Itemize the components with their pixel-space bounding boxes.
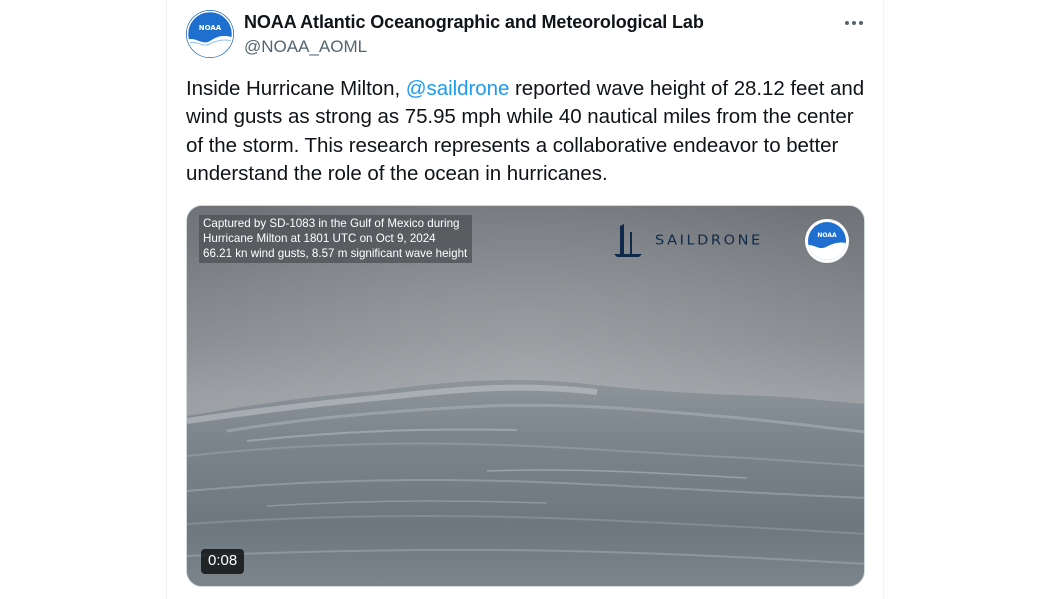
caption-line-2: Hurricane Milton at 1801 UTC on Oct 9, 2…: [203, 232, 436, 245]
page: NOAA NOAA Atlantic Oceanographic and Met…: [0, 0, 1050, 599]
caption-line-1: Captured by SD-1083 in the Gulf of Mexic…: [203, 217, 460, 230]
avatar-text: NOAA: [199, 24, 222, 32]
video-frame: [187, 206, 864, 586]
video-caption-overlay: Captured by SD-1083 in the Gulf of Mexic…: [199, 215, 473, 263]
noaa-badge-text: NOAA: [817, 232, 837, 239]
noaa-badge-icon: NOAA: [805, 219, 849, 263]
noaa-logo-icon: NOAA: [186, 10, 234, 58]
tweet-card[interactable]: NOAA NOAA Atlantic Oceanographic and Met…: [166, 0, 884, 599]
author-avatar[interactable]: NOAA: [186, 10, 234, 58]
video-duration-badge: 0:08: [201, 549, 245, 574]
tweet-text: Inside Hurricane Milton, @saildrone repo…: [186, 75, 876, 188]
video-player[interactable]: Captured by SD-1083 in the Gulf of Mexic…: [186, 205, 865, 587]
tweet-text-part1: Inside Hurricane Milton,: [186, 77, 406, 100]
saildrone-logo-icon: [614, 224, 642, 257]
more-horizontal-icon: [845, 21, 863, 25]
author-handle[interactable]: @NOAA_AOML: [244, 37, 367, 57]
author-name[interactable]: NOAA Atlantic Oceanographic and Meteorol…: [244, 12, 704, 33]
saildrone-wordmark: SAILDRONE: [655, 233, 763, 249]
caption-line-3: 66.21 kn wind gusts, 8.57 m significant …: [203, 247, 468, 260]
more-options-button[interactable]: [839, 8, 869, 38]
mention-link[interactable]: @saildrone: [406, 77, 510, 100]
